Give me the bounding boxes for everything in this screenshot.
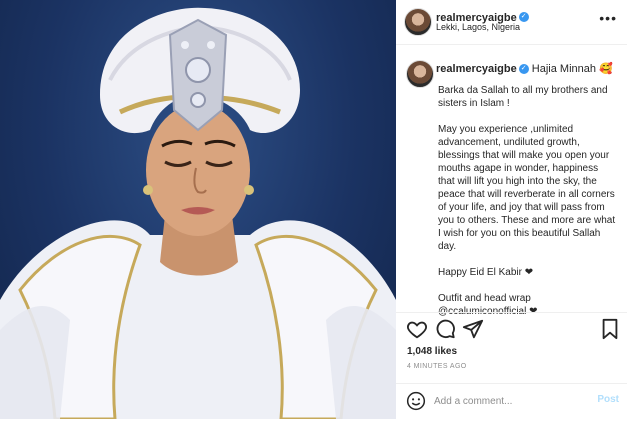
divider bbox=[396, 312, 627, 313]
paper-plane-icon[interactable] bbox=[462, 318, 484, 340]
caption-text: Barka da Sallah to all my brothers and s… bbox=[438, 84, 616, 331]
avatar[interactable] bbox=[404, 8, 432, 36]
verified-badge-icon: ✓ bbox=[518, 11, 529, 22]
caption-paragraph: May you experience ,unlimited advancemen… bbox=[438, 124, 616, 252]
caption-paragraph: Outfit and head wrap @ccalumiconofficial… bbox=[438, 293, 538, 317]
post-comment-button[interactable]: Post bbox=[597, 394, 619, 405]
caption-avatar[interactable] bbox=[406, 60, 434, 88]
woman-portrait-image bbox=[0, 7, 396, 419]
bookmark-icon[interactable] bbox=[599, 318, 621, 340]
likes-count[interactable]: 1,048 likes bbox=[407, 346, 457, 357]
post-timestamp[interactable]: 4 MINUTES AGO bbox=[407, 363, 467, 370]
smiley-icon[interactable] bbox=[406, 391, 426, 411]
post-details-panel: realmercyaigbe ✓ Lekki, Lagos, Nigeria ••… bbox=[396, 0, 627, 419]
caption-header: realmercyaigbe ✓ Hajia Minnah 🥰 bbox=[436, 62, 613, 75]
heart-icon[interactable] bbox=[406, 318, 428, 340]
caption-paragraph: Barka da Sallah to all my brothers and s… bbox=[438, 85, 608, 109]
comment-input[interactable] bbox=[434, 393, 584, 409]
caption-paragraph: Happy Eid El Kabir ❤ bbox=[438, 267, 534, 278]
post-photo[interactable] bbox=[0, 0, 396, 419]
comment-bubble-icon[interactable] bbox=[434, 318, 456, 340]
caption-username-link[interactable]: realmercyaigbe bbox=[436, 63, 517, 75]
more-options-icon[interactable]: ••• bbox=[599, 10, 617, 26]
caption-headline: Hajia Minnah 🥰 bbox=[531, 63, 613, 75]
comment-bar: Post bbox=[396, 383, 627, 418]
location-link[interactable]: Lekki, Lagos, Nigeria bbox=[436, 22, 520, 32]
post-header: realmercyaigbe ✓ Lekki, Lagos, Nigeria ••… bbox=[396, 0, 627, 45]
verified-badge-icon: ✓ bbox=[518, 64, 529, 75]
action-bar bbox=[406, 318, 621, 342]
